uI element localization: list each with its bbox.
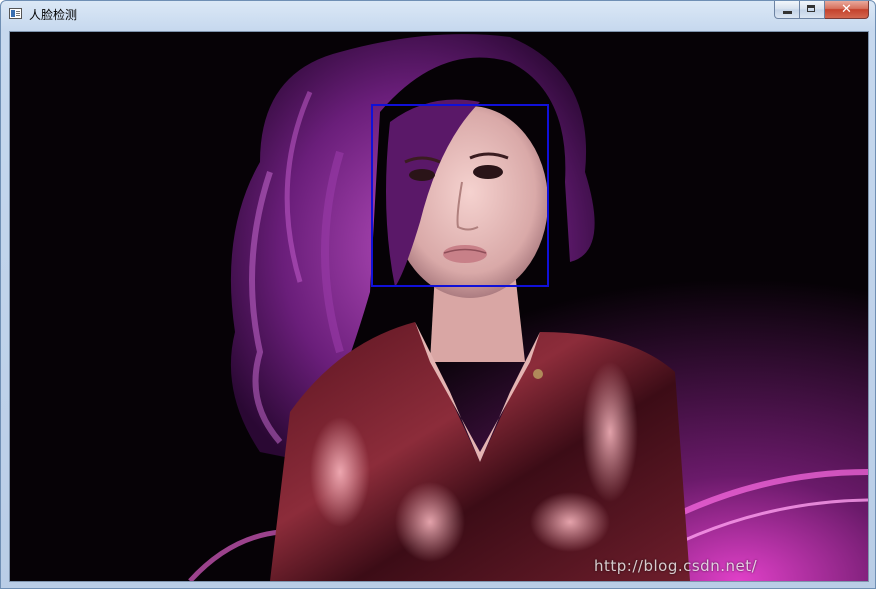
maximize-button[interactable] [800, 1, 825, 19]
title-bar[interactable]: 人脸检测 ✕ [1, 1, 875, 31]
watermark-text: http://blog.csdn.net/ [594, 557, 758, 575]
window-title: 人脸检测 [29, 8, 78, 22]
app-window-icon [9, 8, 22, 19]
minimize-icon [783, 11, 792, 14]
minimize-button[interactable] [774, 1, 800, 19]
image-canvas: http://blog.csdn.net/ [9, 31, 869, 582]
close-icon: ✕ [841, 2, 852, 17]
app-window: 人脸检测 ✕ http://blog.csdn.net/ [0, 0, 876, 589]
close-button[interactable]: ✕ [825, 1, 869, 19]
face-detection-box [371, 104, 549, 287]
window-controls: ✕ [774, 1, 869, 20]
maximize-icon [807, 5, 815, 12]
